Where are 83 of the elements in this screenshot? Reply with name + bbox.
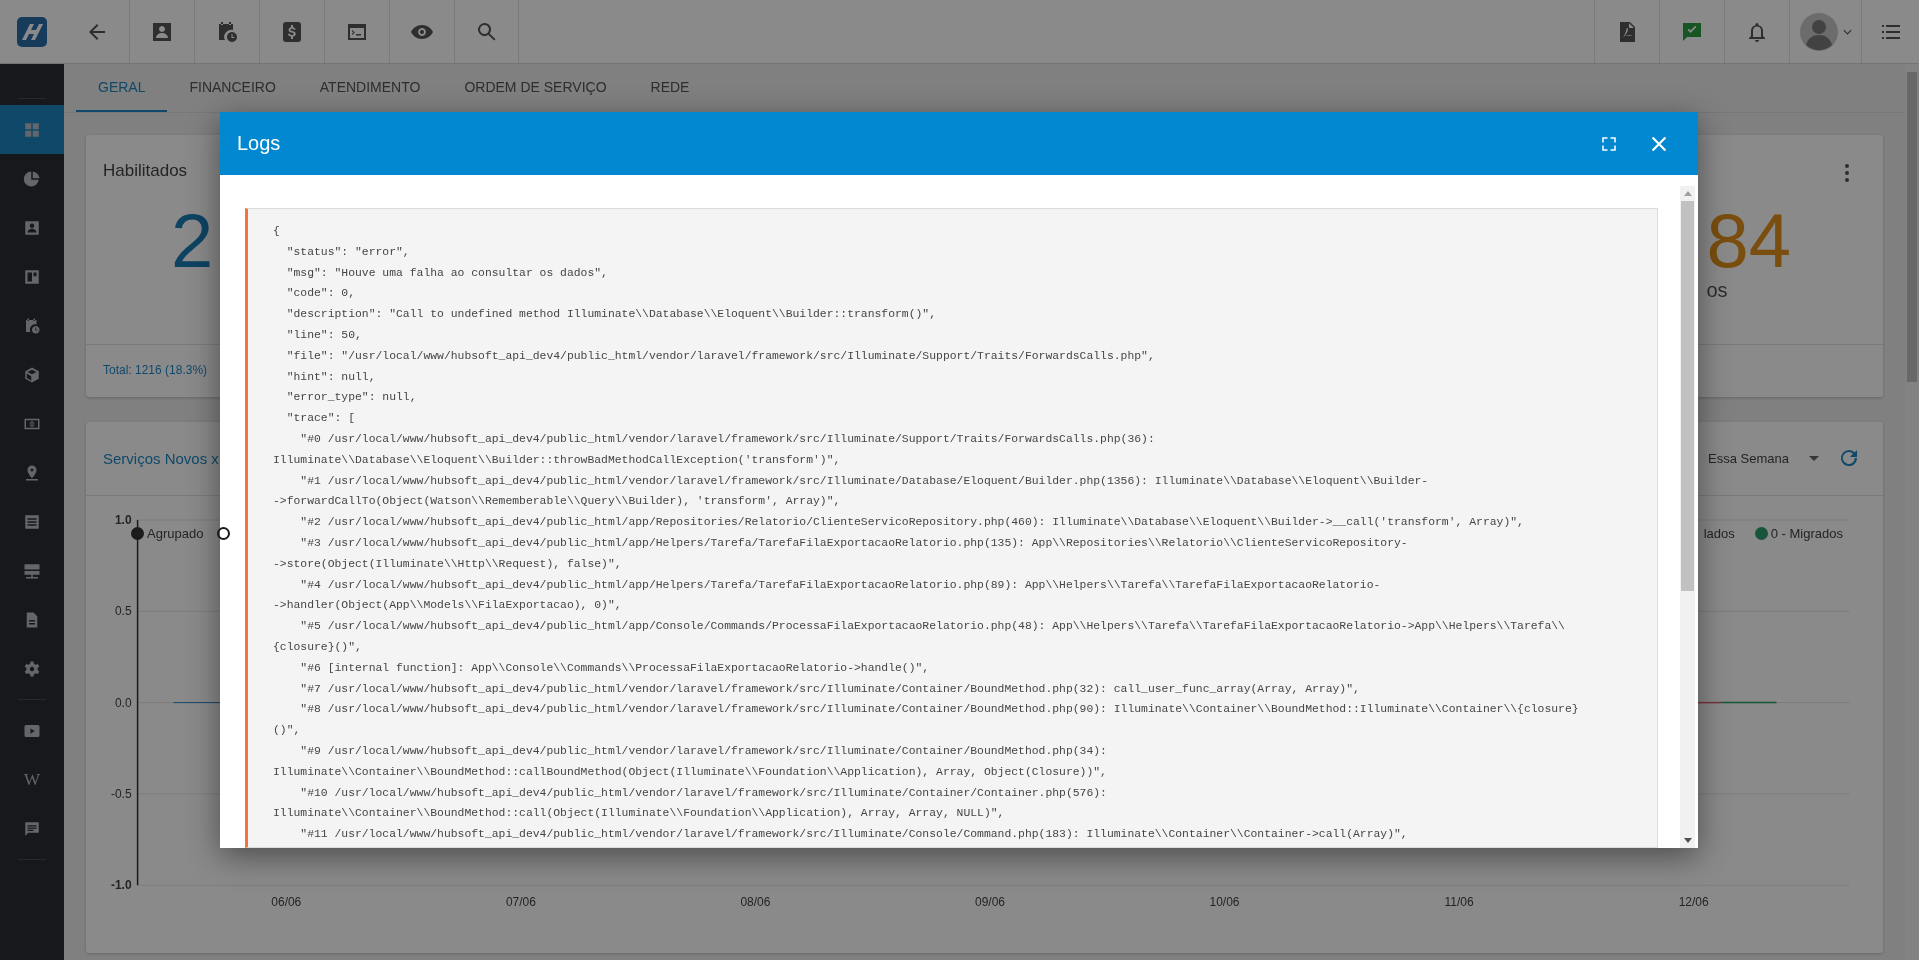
log-line: "status": "error", bbox=[285, 244, 410, 260]
axis-tick-label: 0.0 bbox=[114, 695, 132, 710]
dialog-title: Logs bbox=[237, 132, 281, 155]
axis-tick-label: 10/06 bbox=[1209, 895, 1240, 910]
log-line: "trace": [ bbox=[285, 411, 356, 427]
tab[interactable]: REDE bbox=[628, 64, 712, 112]
legend-label[interactable]: lados bbox=[1703, 526, 1735, 541]
log-line: "#11 /usr/local/www/hubsoft_api_dev4/public_html/vendor/laravel/framework/src/Illuminate/Console/Command.php(183): Illuminate\\Container\\Container->call(Array)", bbox=[299, 827, 1408, 843]
axis-tick-label: -0.5 bbox=[111, 786, 132, 801]
log-line: "#5 /usr/local/www/hubsoft_api_dev4/public_html/app/Console/Commands/ProcessaFilaExportacaoRelatorio.php(48): App\\Helpers\\Tarefa\\TarefaFilaExportacaoRelatorio->App\\Helpers\\Tarefa\\ bbox=[299, 619, 1565, 635]
log-line: Illuminate\\Container\\BoundMethod::callBoundMethod(Object(Illuminate\\Foundation\\Application), Array, Object(Closure))", bbox=[273, 764, 1107, 780]
list-icon bbox=[23, 512, 41, 531]
calendar-clock-icon bbox=[23, 316, 41, 335]
period-dropdown[interactable]: Essa Semana bbox=[1708, 450, 1819, 466]
axis-tick-label: 06/06 bbox=[271, 895, 302, 910]
scroll-up-icon[interactable] bbox=[1683, 191, 1692, 196]
server-icon bbox=[23, 561, 41, 580]
pie-chart-icon bbox=[23, 169, 41, 188]
log-line: "#2 /usr/local/www/hubsoft_api_dev4/public_html/app/Repositories/Relatorio/ClienteServicoRepository.php(460): Illuminate\\Database\\Eloquent\\Builder->__call('transform', Array)", bbox=[299, 515, 1524, 531]
axis-tick-label: 07/06 bbox=[505, 895, 536, 910]
legend-marker[interactable] bbox=[131, 527, 144, 540]
sidebar-item[interactable] bbox=[0, 105, 64, 154]
board-icon bbox=[23, 267, 41, 286]
log-line: Illuminate\\Container\\BoundMethod::call(Object(Illuminate\\Foundation\\Application), Array, Array, NULL)", bbox=[273, 806, 1005, 822]
card-title: Serviços Novos x bbox=[103, 449, 219, 467]
axis-tick-label: 09/06 bbox=[975, 895, 1005, 910]
log-line: "description": "Call to undefined method Illuminate\\Database\\Eloquent\\Builder::transform()", bbox=[285, 307, 937, 323]
dollar-icon[interactable] bbox=[280, 19, 304, 44]
fullscreen-icon[interactable] bbox=[1600, 134, 1618, 153]
log-line: { bbox=[273, 224, 280, 239]
axis-tick-label: 12/06 bbox=[1678, 895, 1709, 910]
chat-icon[interactable] bbox=[23, 819, 41, 838]
log-line: "#9 /usr/local/www/hubsoft_api_dev4/public_html/vendor/laravel/framework/src/Illuminate/Container/BoundMethod.php(34): bbox=[299, 743, 1107, 759]
big-number: 84 bbox=[1706, 203, 1791, 279]
log-line: "#0 /usr/local/www/hubsoft_api_dev4/public_html/vendor/laravel/framework/src/Illuminate/Support/Traits/ForwardsCalls.php(36): bbox=[299, 431, 1155, 447]
more-options-icon[interactable] bbox=[1844, 163, 1850, 183]
map-pin-icon bbox=[23, 463, 41, 482]
log-line: "#1 /usr/local/www/hubsoft_api_dev4/public_html/vendor/laravel/framework/src/Illuminate/Database/Eloquent/Builder.php(1356): Illuminate\\Database\\Eloquent\\Builder- bbox=[299, 473, 1429, 489]
axis-tick-label: 1.0 bbox=[114, 512, 132, 527]
cube-icon bbox=[23, 365, 41, 384]
axis-tick-label: 11/06 bbox=[1444, 895, 1474, 910]
number-caption: os bbox=[1706, 279, 1729, 302]
axis-tick-label: -1.0 bbox=[111, 878, 132, 893]
log-line: "msg": "Houve uma falha ao consultar os dados", bbox=[285, 265, 608, 281]
contact-card-icon bbox=[23, 218, 41, 237]
log-line: ->store(Object(Illuminate\\Http\\Request), false)", bbox=[273, 556, 622, 572]
caret-icon bbox=[1809, 455, 1819, 461]
legend-label[interactable]: 0 - Migrados bbox=[1770, 526, 1843, 541]
tab[interactable]: ATENDIMENTO bbox=[297, 64, 443, 112]
log-line: "#4 /usr/local/www/hubsoft_api_dev4/public_html/app/Helpers/Tarefa/TarefaFilaExportacaoRelatorio.php(89): App\\Helpers\\Tarefa\\TarefaFilaExportacaoRelatorio- bbox=[299, 577, 1381, 593]
log-line: "error_type": null, bbox=[285, 390, 417, 406]
axis-tick-label: 0.5 bbox=[114, 604, 132, 619]
big-number: 2 bbox=[171, 203, 214, 279]
card-title: Habilitados bbox=[103, 161, 189, 181]
log-line: "hint": null, bbox=[285, 369, 376, 385]
tab[interactable]: FINANCEIRO bbox=[167, 64, 298, 112]
dialog-scrollbar[interactable] bbox=[1680, 186, 1695, 848]
avatar-icon[interactable] bbox=[1799, 11, 1839, 52]
log-line: "#6 [internal function]: App\\Console\\Commands\\ProcessaFilaExportacaoRelatorio->handle()", bbox=[299, 660, 930, 676]
log-line: ()", bbox=[273, 723, 301, 739]
log-line: "code": 0, bbox=[285, 286, 356, 302]
tab[interactable]: GERAL bbox=[76, 64, 168, 112]
log-line: ->forwardCallTo(Object(Watson\\Rememberable\\Query\\Builder), 'transform', Array)", bbox=[273, 494, 841, 510]
legend-marker[interactable] bbox=[1754, 527, 1768, 540]
log-line: "file": "/usr/local/www/hubsoft_api_dev4/public_html/vendor/laravel/framework/src/Illuminate/Support/Traits/ForwardsCalls.php", bbox=[285, 348, 1155, 364]
tab[interactable]: ORDEM DE SERVIÇO bbox=[442, 64, 629, 112]
axis-tick-label: 08/06 bbox=[740, 895, 771, 910]
log-line: "#8 /usr/local/www/hubsoft_api_dev4/public_html/vendor/laravel/framework/src/Illuminate/Container/BoundMethod.php(90): Illuminate\\Container\\BoundMethod::Illuminate\\Container\\{closure} bbox=[299, 702, 1579, 718]
wiki-link[interactable]: W bbox=[23, 769, 40, 790]
logo-icon[interactable] bbox=[16, 15, 48, 48]
log-line: Illuminate\\Database\\Eloquent\\Builder::throwBadMethodCallException('transform')", bbox=[273, 452, 841, 468]
log-line: "#10 /usr/local/www/hubsoft_api_dev4/public_html/vendor/laravel/framework/src/Illuminate/Container/Container.php(576): bbox=[299, 785, 1107, 801]
scroll-down-icon[interactable] bbox=[1683, 838, 1692, 843]
log-line: "#7 /usr/local/www/hubsoft_api_dev4/public_html/vendor/laravel/framework/src/Illuminate/Container/BoundMethod.php(32): call_user_func_array(Array, Array)", bbox=[299, 681, 1360, 697]
gear-icon bbox=[23, 659, 41, 678]
total-text: Total: 1216 (18.3%) bbox=[103, 363, 208, 377]
log-line: "#3 /usr/local/www/hubsoft_api_dev4/public_html/app/Helpers/Tarefa/TarefaFilaExportacaoRelatorio.php(135): App\\Repositories\\Relatorio\\ClienteServicoRepository- bbox=[299, 535, 1408, 551]
log-line: {closure}()", bbox=[273, 639, 362, 655]
caret-icon[interactable] bbox=[1843, 28, 1852, 35]
legend-label[interactable]: Agrupado bbox=[147, 526, 204, 541]
log-line: ->handler(Object(App\\Models\\FilaExportacao), 0)", bbox=[273, 598, 622, 614]
log-line: "line": 50, bbox=[285, 328, 362, 343]
dashboard-icon bbox=[23, 120, 41, 139]
